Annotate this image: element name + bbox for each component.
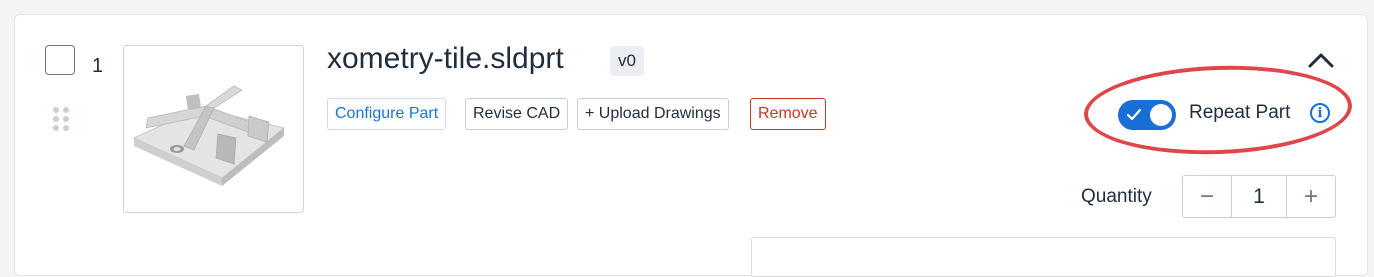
repeat-part-toggle[interactable]: [1118, 100, 1176, 130]
quantity-stepper: − 1 +: [1182, 175, 1336, 218]
part-index: 1: [92, 55, 104, 77]
details-panel: [751, 237, 1336, 277]
chevron-up-icon[interactable]: [1306, 50, 1336, 70]
version-badge: v0: [610, 46, 644, 76]
part-3d-icon: [132, 85, 286, 186]
part-thumbnail[interactable]: [123, 45, 304, 213]
decrement-button[interactable]: −: [1183, 176, 1231, 217]
checkmark-icon: [1126, 108, 1142, 121]
increment-button[interactable]: +: [1287, 176, 1335, 217]
repeat-part-label: Repeat Part: [1189, 102, 1291, 123]
configure-part-button[interactable]: Configure Part: [327, 98, 447, 130]
toggle-knob: [1150, 104, 1172, 126]
quantity-input[interactable]: 1: [1231, 176, 1287, 217]
part-filename: xometry-tile.sldprt: [327, 42, 564, 75]
revise-cad-button[interactable]: Revise CAD: [465, 98, 569, 130]
part-select-checkbox[interactable]: [45, 45, 75, 75]
quantity-label: Quantity: [1081, 186, 1152, 207]
drag-handle-icon[interactable]: [53, 107, 69, 131]
upload-drawings-button[interactable]: + Upload Drawings: [577, 98, 729, 130]
remove-part-button[interactable]: Remove: [750, 98, 826, 130]
info-icon[interactable]: i: [1310, 103, 1330, 123]
